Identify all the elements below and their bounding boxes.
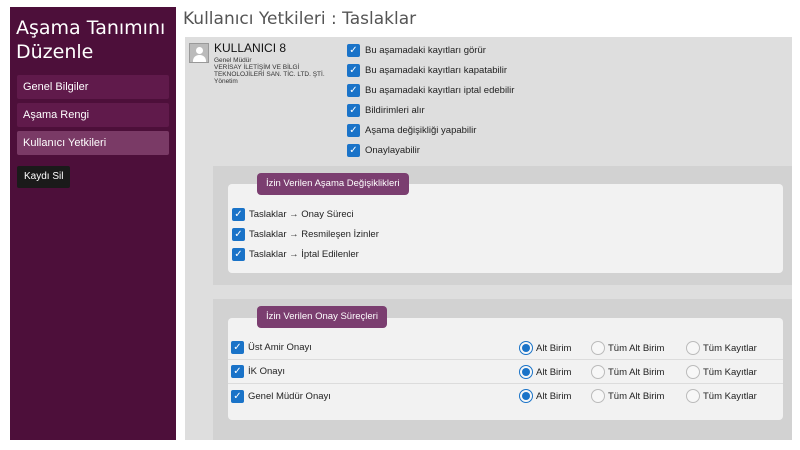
user-details: Genel Müdür VERİSAY İLETİŞİM VE BİLGİ TE… (214, 57, 325, 85)
radio-tum-kayitlar[interactable]: Tüm Kayıtlar (686, 341, 757, 355)
sidebar-item-user-permissions[interactable]: Kullanıcı Yetkileri (17, 131, 169, 155)
permission-list: ✓ Bu aşamadaki kayıtları görür ✓ Bu aşam… (347, 40, 514, 160)
radio-alt-birim[interactable]: Alt Birim (519, 365, 571, 379)
checkbox-checked-icon[interactable]: ✓ (347, 43, 360, 57)
checkbox-checked-icon[interactable]: ✓ (347, 103, 360, 117)
transition-label: Taslaklar → Resmileşen İzinler (249, 228, 379, 240)
sidebar-item-general-info[interactable]: Genel Bilgiler (17, 75, 169, 99)
sidebar-title: Aşama Tanımını Düzenle (10, 7, 176, 64)
user-role: Genel Müdür (214, 57, 252, 64)
permission-row: ✓ Bu aşamadaki kayıtları görür (347, 40, 514, 60)
permission-label: Aşama değişikliği yapabilir (365, 124, 477, 136)
permission-row: ✓ Bu aşamadaki kayıtları kapatabilir (347, 60, 514, 80)
user-avatar-icon (189, 43, 209, 63)
transition-row: ✓ Taslaklar → Resmileşen İzinler (228, 224, 783, 244)
radio-alt-birim[interactable]: Alt Birim (519, 389, 571, 403)
app-window: Aşama Tanımını Düzenle Genel Bilgiler Aş… (0, 0, 800, 450)
checkbox-checked-icon[interactable]: ✓ (232, 247, 245, 261)
transition-label: Taslaklar → İptal Edilenler (249, 248, 359, 260)
user-company-line2: TEKNOLOJİLERİ SAN. TİC. LTD. ŞTİ. (214, 71, 325, 78)
permission-label: Onaylayabilir (365, 144, 420, 156)
approval-row: ✓ İK Onayı Alt Birim Tüm Alt Birim Tüm K… (228, 360, 783, 384)
radio-alt-birim[interactable]: Alt Birim (519, 341, 571, 355)
transition-label: Taslaklar → Onay Süreci (249, 208, 354, 220)
permission-row: ✓ Aşama değişikliği yapabilir (347, 120, 514, 140)
section-tag-approvals: İzin Verilen Onay Süreçleri (257, 306, 387, 328)
radio-unselected-icon (686, 341, 700, 355)
main-panel: Kullanıcı Yetkileri : Taslaklar KULLANIC… (176, 7, 800, 440)
approval-label: İK Onayı (248, 366, 285, 377)
radio-tum-alt-birim[interactable]: Tüm Alt Birim (591, 389, 664, 403)
approval-label: Genel Müdür Onayı (248, 390, 331, 402)
user-permission-card: KULLANICI 8 Genel Müdür VERİSAY İLETİŞİM… (185, 37, 792, 440)
user-name: KULLANICI 8 (214, 41, 287, 55)
permission-row: ✓ Onaylayabilir (347, 140, 514, 160)
permission-label: Bildirimleri alır (365, 104, 425, 116)
sidebar-title-line2: Düzenle (16, 41, 94, 63)
user-company-line1: VERİSAY İLETİŞİM VE BİLGİ (214, 64, 300, 71)
checkbox-checked-icon[interactable]: ✓ (231, 389, 244, 403)
sidebar-title-line1: Aşama Tanımını (16, 17, 166, 39)
allowed-approvals-section: ✓ Üst Amir Onayı Alt Birim Tüm Alt Birim… (213, 299, 792, 440)
permission-label: Bu aşamadaki kayıtları kapatabilir (365, 64, 508, 76)
section-tag-transitions: İzin Verilen Aşama Değişiklikleri (257, 173, 409, 195)
checkbox-checked-icon[interactable]: ✓ (347, 143, 360, 157)
radio-unselected-icon (686, 365, 700, 379)
permission-label: Bu aşamadaki kayıtları görür (365, 44, 486, 56)
radio-selected-icon (519, 389, 533, 403)
radio-tum-kayitlar[interactable]: Tüm Kayıtlar (686, 389, 757, 403)
transition-row: ✓ Taslaklar → Onay Süreci (228, 204, 783, 224)
radio-unselected-icon (591, 389, 605, 403)
sidebar-menu: Genel Bilgiler Aşama Rengi Kullanıcı Yet… (17, 75, 169, 159)
allowed-transitions-section: ✓ Taslaklar → Onay Süreci ✓ Taslaklar → … (213, 166, 792, 285)
checkbox-checked-icon[interactable]: ✓ (231, 341, 244, 354)
radio-unselected-icon (591, 365, 605, 379)
sidebar-item-stage-color[interactable]: Aşama Rengi (17, 103, 169, 127)
approval-row: ✓ Üst Amir Onayı Alt Birim Tüm Alt Birim… (228, 336, 783, 360)
checkbox-checked-icon[interactable]: ✓ (347, 63, 360, 77)
checkbox-checked-icon[interactable]: ✓ (232, 227, 245, 241)
radio-tum-alt-birim[interactable]: Tüm Alt Birim (591, 365, 664, 379)
delete-record-button[interactable]: Kaydı Sil (17, 166, 71, 188)
transition-row: ✓ Taslaklar → İptal Edilenler (228, 244, 783, 264)
permission-row: ✓ Bildirimleri alır (347, 100, 514, 120)
radio-selected-icon (519, 365, 533, 379)
checkbox-checked-icon[interactable]: ✓ (347, 83, 360, 97)
radio-tum-kayitlar[interactable]: Tüm Kayıtlar (686, 365, 757, 379)
checkbox-checked-icon[interactable]: ✓ (347, 123, 360, 137)
checkbox-checked-icon[interactable]: ✓ (232, 207, 245, 221)
page-title: Kullanıcı Yetkileri : Taslaklar (183, 9, 417, 29)
approval-row: ✓ Genel Müdür Onayı Alt Birim Tüm Alt Bi… (228, 384, 783, 408)
checkbox-checked-icon[interactable]: ✓ (231, 365, 244, 378)
permission-label: Bu aşamadaki kayıtları iptal edebilir (365, 84, 515, 96)
allowed-approvals-panel: ✓ Üst Amir Onayı Alt Birim Tüm Alt Birim… (228, 318, 783, 420)
radio-unselected-icon (591, 341, 605, 355)
radio-selected-icon (519, 341, 533, 355)
approval-label: Üst Amir Onayı (248, 342, 312, 353)
allowed-transitions-panel: ✓ Taslaklar → Onay Süreci ✓ Taslaklar → … (228, 184, 783, 273)
permission-row: ✓ Bu aşamadaki kayıtları iptal edebilir (347, 80, 514, 100)
radio-tum-alt-birim[interactable]: Tüm Alt Birim (591, 341, 664, 355)
radio-unselected-icon (686, 389, 700, 403)
user-department: Yönetim (214, 78, 238, 85)
sidebar: Aşama Tanımını Düzenle Genel Bilgiler Aş… (10, 7, 176, 440)
